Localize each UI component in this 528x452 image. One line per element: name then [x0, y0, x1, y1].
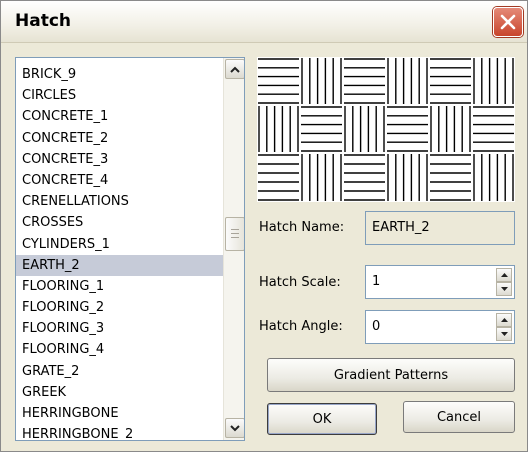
hatch-scale-label: Hatch Scale:: [259, 275, 341, 290]
hatch-angle-value: 0: [372, 319, 381, 334]
list-item[interactable]: CONCRETE_4: [16, 170, 224, 191]
list-item[interactable]: GREEK: [16, 382, 224, 403]
list-item[interactable]: FLOORING_1: [16, 276, 224, 297]
hatch-angle-input[interactable]: 0: [365, 310, 515, 344]
hatch-scale-spinner[interactable]: [496, 268, 512, 296]
dialog-title: Hatch: [15, 11, 72, 31]
close-button[interactable]: [493, 7, 523, 37]
list-item[interactable]: FLOORING_3: [16, 318, 224, 339]
list-item[interactable]: CYLINDERS_1: [16, 234, 224, 255]
list-item[interactable]: CONCRETE_1: [16, 106, 224, 127]
grip-icon: [231, 229, 239, 239]
arrow-up-icon: [230, 66, 240, 73]
scroll-up-button[interactable]: [225, 59, 244, 79]
hatch-name-label: Hatch Name:: [259, 220, 345, 235]
list-item[interactable]: CONCRETE_2: [16, 128, 224, 149]
hatch-scale-input[interactable]: 1: [365, 265, 515, 299]
pattern-list[interactable]: BRICK_9 CIRCLES CONCRETE_1 CONCRETE_2 CONCRE…: [15, 57, 245, 441]
cancel-button[interactable]: Cancel: [403, 401, 515, 433]
ok-button[interactable]: OK: [267, 403, 377, 435]
scale-spin-up-button[interactable]: [496, 268, 512, 282]
hatch-angle-label: Hatch Angle:: [259, 319, 343, 334]
pattern-list-items: BRICK_9 CIRCLES CONCRETE_1 CONCRETE_2 CONCRE…: [16, 58, 224, 440]
hatch-dialog: Hatch BRICK_9 CIRCLES CONCRETE_1 CONCRETE_2…: [0, 0, 528, 452]
spin-up-icon: [500, 273, 508, 277]
spin-up-icon: [500, 318, 508, 322]
scroll-down-button[interactable]: [225, 418, 244, 438]
hatch-scale-value: 1: [372, 274, 381, 289]
list-item[interactable]: BRICK_9: [16, 64, 224, 85]
scale-spin-down-button[interactable]: [496, 282, 512, 296]
hatch-name-field: EARTH_2: [365, 211, 515, 245]
list-item[interactable]: CONCRETE_3: [16, 149, 224, 170]
gradient-patterns-button[interactable]: Gradient Patterns: [267, 358, 515, 392]
hatch-angle-spinner[interactable]: [496, 313, 512, 341]
list-item[interactable]: CROSSES: [16, 212, 224, 233]
list-item[interactable]: FLOORING_4: [16, 339, 224, 360]
list-item[interactable]: GRATE_2: [16, 361, 224, 382]
list-item[interactable]: CRENELLATIONS: [16, 191, 224, 212]
list-item[interactable]: HERRINGBONE_2: [16, 424, 224, 440]
earth-pattern-preview-icon: [258, 58, 514, 201]
angle-spin-up-button[interactable]: [496, 313, 512, 327]
scrollbar-thumb[interactable]: [225, 216, 244, 251]
arrow-down-icon: [230, 424, 240, 431]
close-icon: [500, 14, 516, 30]
list-item[interactable]: EARTH_2: [16, 254, 224, 276]
angle-spin-down-button[interactable]: [496, 327, 512, 341]
hatch-preview: [257, 57, 515, 202]
list-item[interactable]: HERRINGBONE: [16, 403, 224, 424]
spin-down-icon: [500, 287, 508, 291]
list-scrollbar[interactable]: [223, 58, 244, 440]
list-item[interactable]: FLOORING_2: [16, 297, 224, 318]
title-bar[interactable]: Hatch: [1, 1, 527, 43]
list-item[interactable]: CIRCLES: [16, 85, 224, 106]
spin-down-icon: [500, 332, 508, 336]
